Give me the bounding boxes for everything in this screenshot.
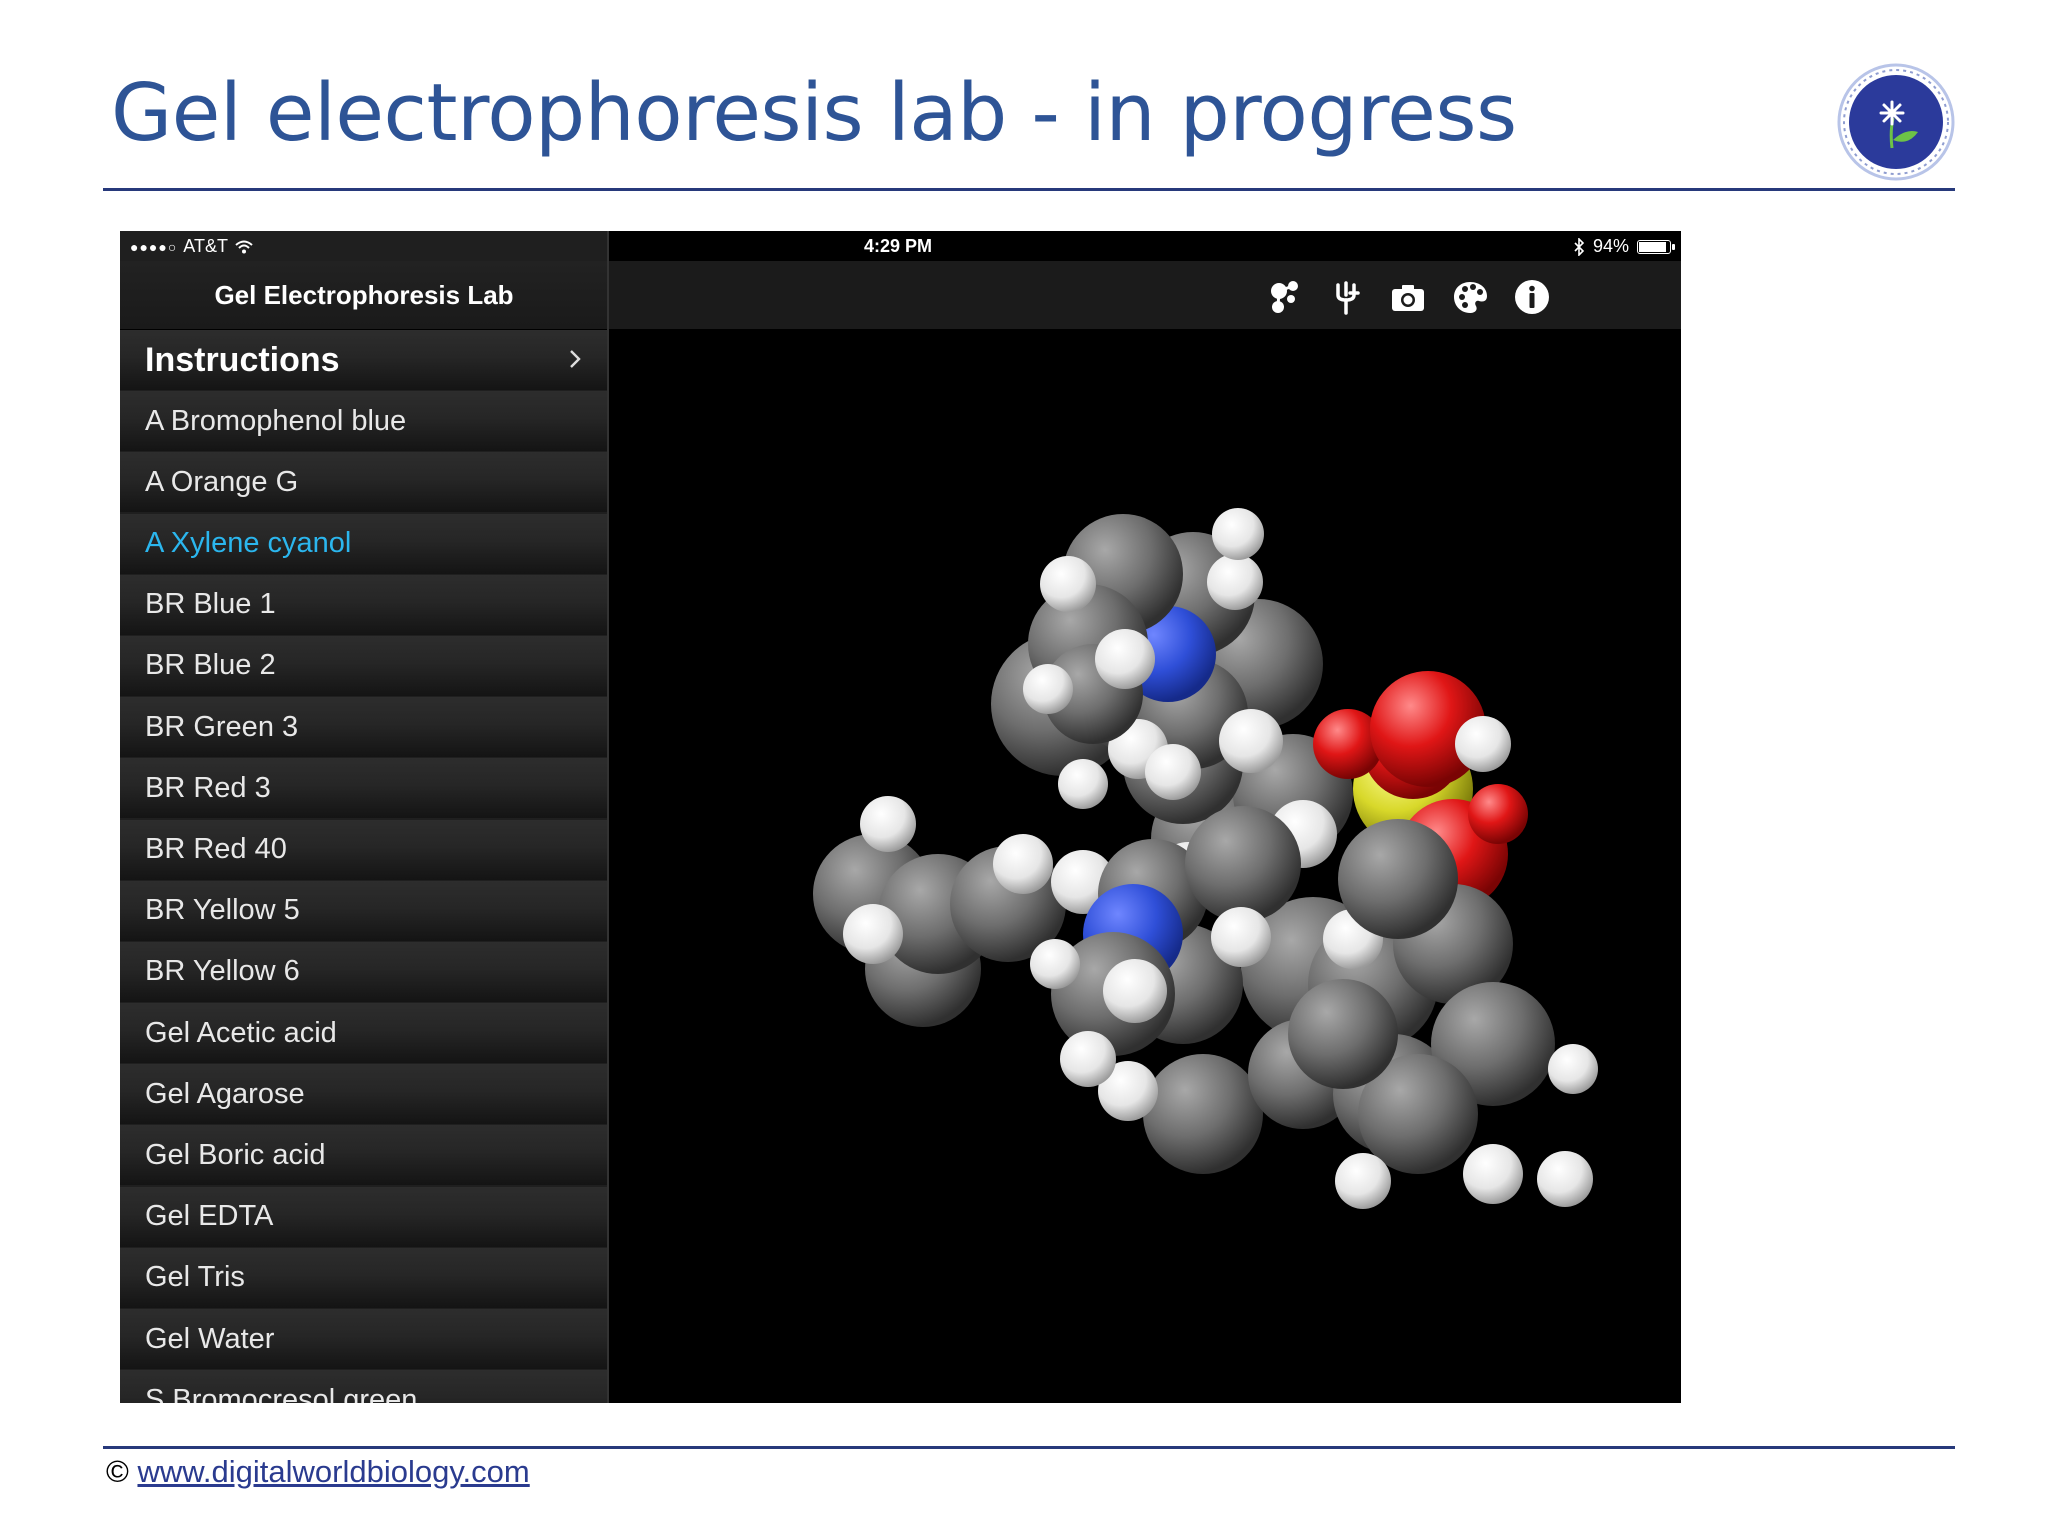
list-item[interactable]: BR Red 40 — [120, 819, 608, 880]
list-item-label: S Bromocresol green — [145, 1383, 418, 1403]
bluetooth-icon — [1574, 237, 1585, 256]
chevron-right-icon — [570, 350, 581, 368]
carbon-atom — [1338, 819, 1458, 939]
list-item[interactable]: Gel Agarose — [120, 1064, 608, 1125]
slide-title: Gel electrophoresis lab - in progress — [111, 67, 1517, 159]
battery-icon — [1637, 239, 1675, 254]
list-item-label: A Orange G — [145, 465, 299, 498]
viewer-toolbar — [608, 261, 1681, 329]
list-item[interactable]: A Xylene cyanol — [120, 513, 608, 574]
hydrogen-atom — [1212, 508, 1264, 560]
camera-icon[interactable] — [1388, 277, 1428, 317]
carbon-atom — [1143, 1054, 1263, 1174]
list-item[interactable]: BR Yellow 6 — [120, 941, 608, 1002]
list-item[interactable]: Gel Water — [120, 1309, 608, 1369]
hydrogen-atom — [1548, 1044, 1598, 1094]
signal-strength-icon: ●●●●○ — [130, 238, 178, 255]
list-item-label: BR Green 3 — [145, 710, 299, 743]
hydrogen-atom — [1207, 554, 1263, 610]
wifi-icon — [235, 240, 253, 253]
hydrogen-atom — [1058, 759, 1108, 809]
list-item[interactable]: BR Green 3 — [120, 697, 608, 758]
list-item-label: Gel Tris — [145, 1261, 245, 1294]
hydrogen-atom — [1335, 1153, 1391, 1209]
list-item[interactable]: A Orange G — [120, 452, 608, 513]
instructions-row[interactable]: Instructions — [120, 330, 608, 390]
hydrogen-atom — [1455, 716, 1511, 772]
panel-divider — [607, 231, 609, 1403]
list-item[interactable]: BR Yellow 5 — [120, 880, 608, 941]
list-item[interactable]: BR Blue 2 — [120, 635, 608, 696]
hydrogen-atom — [1040, 556, 1096, 612]
list-item[interactable]: BR Blue 1 — [120, 574, 608, 635]
info-icon[interactable] — [1512, 277, 1552, 317]
copyright-symbol: © — [106, 1454, 129, 1489]
list-item-label: BR Blue 1 — [145, 588, 276, 621]
sidebar: Gel Electrophoresis Lab Instructions A Br… — [120, 231, 608, 1403]
list-item[interactable]: BR Red 3 — [120, 758, 608, 819]
hydrogen-atom — [1030, 939, 1080, 989]
sidebar-title: Gel Electrophoresis Lab — [120, 261, 608, 330]
title-underline — [103, 188, 1955, 191]
list-item[interactable]: Gel Boric acid — [120, 1125, 608, 1186]
hydrogen-atom — [1023, 664, 1073, 714]
battery-percent: 94% — [1592, 236, 1629, 256]
hydrogen-atom — [1537, 1151, 1593, 1207]
tuning-fork-icon[interactable] — [1326, 277, 1366, 317]
hydrogen-atom — [1211, 907, 1271, 967]
list-item-label: Gel EDTA — [145, 1200, 274, 1233]
hydrogen-atom — [1219, 709, 1283, 773]
website-link[interactable]: www.digitalworldbiology.com — [137, 1454, 529, 1489]
hydrogen-atom — [993, 834, 1053, 894]
list-item-label: Gel Water — [145, 1322, 275, 1355]
list-item-label: BR Yellow 5 — [145, 894, 300, 927]
list-item-label: BR Yellow 6 — [145, 955, 300, 988]
ios-status-bar: ●●●●○ AT&T 4:29 PM 94% — [120, 231, 1681, 261]
list-item-label: Gel Boric acid — [145, 1138, 326, 1171]
digital-world-biology-logo — [1836, 62, 1956, 182]
list-item-label: BR Red 3 — [145, 771, 271, 804]
list-item-label: Gel Agarose — [145, 1077, 305, 1110]
hydrogen-atom — [1103, 959, 1167, 1023]
carbon-atom — [1185, 806, 1301, 922]
carrier-name: AT&T — [183, 236, 228, 256]
list-item-label: BR Red 40 — [145, 833, 287, 865]
hydrogen-atom — [1060, 1031, 1116, 1087]
hydrogen-atom — [843, 904, 903, 964]
oxygen-atom — [1468, 784, 1528, 844]
list-item-label: A Bromophenol blue — [145, 404, 407, 437]
xylene-cyanol-space-filling-model[interactable] — [608, 329, 1681, 1403]
list-item[interactable]: Gel EDTA — [120, 1186, 608, 1247]
status-time: 4:29 PM — [864, 236, 933, 256]
footer: © www.digitalworldbiology.com — [106, 1454, 530, 1490]
list-item-label: Gel Acetic acid — [145, 1016, 337, 1049]
palette-icon[interactable] — [1450, 277, 1490, 317]
list-item-label: A Xylene cyanol — [145, 527, 352, 560]
carbon-atom — [1288, 979, 1398, 1089]
list-item[interactable]: Gel Tris — [120, 1247, 608, 1308]
hydrogen-atom — [1095, 629, 1155, 689]
list-item[interactable]: Gel Acetic acid — [120, 1003, 608, 1064]
molecule-style-icon[interactable] — [1264, 277, 1304, 317]
list-item-label: BR Blue 2 — [145, 649, 276, 682]
hydrogen-atom — [1463, 1144, 1523, 1204]
hydrogen-atom — [860, 796, 916, 852]
molecule-list: Instructions A Bromophenol blue A Orange G… — [120, 330, 608, 1403]
footer-rule — [103, 1446, 1955, 1449]
list-item[interactable]: A Bromophenol blue — [120, 391, 608, 452]
molecule-viewer[interactable] — [608, 231, 1681, 1403]
app-screenshot: Gel Electrophoresis Lab Instructions A Br… — [120, 231, 1681, 1403]
hydrogen-atom — [1145, 744, 1201, 800]
list-item-label: Instructions — [145, 340, 340, 379]
list-item[interactable]: S Bromocresol green — [120, 1370, 608, 1403]
